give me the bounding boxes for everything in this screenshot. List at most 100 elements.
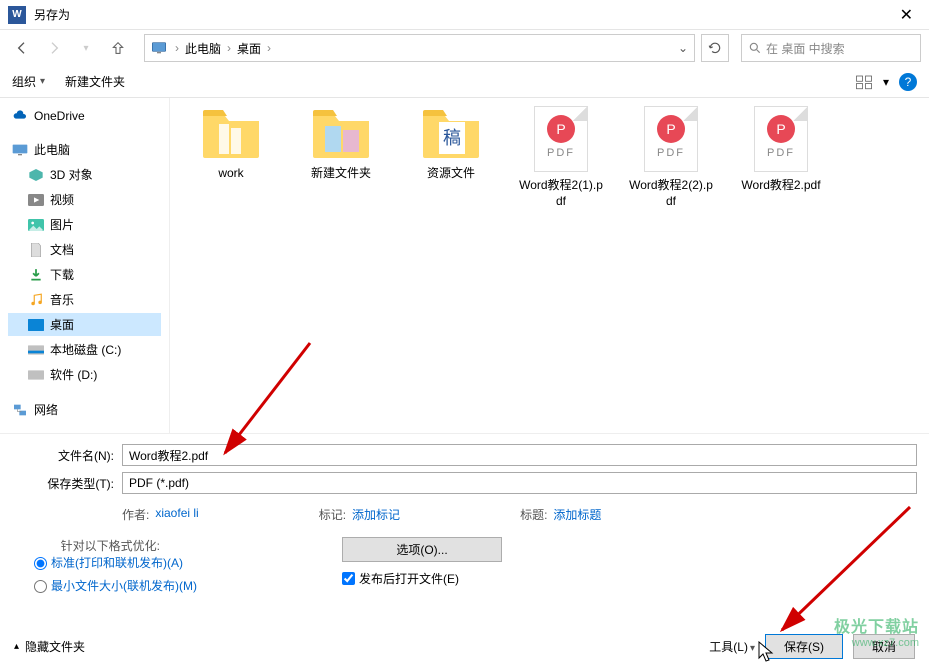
desktop-item[interactable]: 桌面 — [8, 313, 161, 336]
file-name: work — [218, 166, 243, 182]
filename-input[interactable] — [122, 444, 917, 466]
network-item[interactable]: 网络 — [8, 398, 161, 421]
localdisk-d-item[interactable]: 软件 (D:) — [8, 363, 161, 386]
breadcrumb-sep: › — [173, 41, 181, 55]
folder-icon — [311, 106, 371, 160]
options-button[interactable]: 选项(O)... — [342, 537, 502, 562]
organize-menu[interactable]: 组织 ▾ — [12, 73, 45, 90]
back-button[interactable] — [8, 34, 36, 62]
up-icon — [110, 40, 126, 56]
documents-icon — [28, 243, 44, 257]
main-area: OneDrive 此电脑 3D 对象 视频 图片 文档 下载 音乐 — [0, 98, 929, 433]
tree-label: 网络 — [34, 401, 58, 418]
tree-label: 软件 (D:) — [50, 366, 97, 383]
disk-icon — [28, 343, 44, 357]
back-icon — [14, 40, 30, 56]
3d-objects-item[interactable]: 3D 对象 — [8, 163, 161, 186]
address-dropdown[interactable]: ⌄ — [678, 41, 688, 55]
thispc-item[interactable]: 此电脑 — [8, 138, 161, 161]
chevron-down-icon: ▾ — [40, 76, 45, 87]
footer: ▴ 隐藏文件夹 工具(L)▾ 保存(S) 取消 — [0, 634, 929, 659]
toolbar: 组织 ▾ 新建文件夹 ▾ ? — [0, 66, 929, 98]
open-after-checkbox[interactable]: 发布后打开文件(E) — [342, 570, 459, 587]
window-title: 另存为 — [34, 6, 892, 23]
organize-label: 组织 — [12, 73, 36, 90]
videos-item[interactable]: 视频 — [8, 188, 161, 211]
videos-icon — [28, 193, 44, 207]
author-value[interactable]: xiaofei li — [155, 506, 198, 523]
cancel-button[interactable]: 取消 — [853, 634, 915, 659]
pdf-icon: PPDF — [754, 106, 808, 172]
chevron-down-icon: ▾ — [750, 643, 755, 654]
tools-menu[interactable]: 工具(L)▾ — [709, 638, 755, 655]
new-folder-button[interactable]: 新建文件夹 — [65, 73, 125, 90]
view-mode-button[interactable] — [855, 73, 873, 91]
forward-button[interactable] — [40, 34, 68, 62]
folder-icon: 稿 — [421, 106, 481, 160]
file-name: Word教程2.pdf — [741, 178, 820, 194]
pictures-icon — [28, 218, 44, 232]
chevron-up-icon: ▴ — [14, 641, 19, 652]
hide-folders-label: 隐藏文件夹 — [25, 638, 85, 655]
opt-standard-radio[interactable]: 标准(打印和联机发布)(A) — [34, 554, 197, 571]
tree-label: 图片 — [50, 216, 74, 233]
breadcrumb-sep: › — [225, 41, 233, 55]
tree-label: 3D 对象 — [50, 166, 93, 183]
onedrive-item[interactable]: OneDrive — [8, 106, 161, 126]
filename-label: 文件名(N): — [12, 447, 122, 464]
documents-item[interactable]: 文档 — [8, 238, 161, 261]
file-grid[interactable]: work 新建文件夹 稿 资源文件 PPDF Word教程2(1 — [170, 98, 929, 433]
network-icon — [12, 403, 28, 417]
nav-tree: OneDrive 此电脑 3D 对象 视频 图片 文档 下载 音乐 — [0, 98, 170, 433]
tag-value[interactable]: 添加标记 — [352, 506, 400, 523]
breadcrumb-root[interactable]: 此电脑 — [181, 40, 225, 57]
search-box[interactable]: 在 桌面 中搜索 — [741, 34, 921, 62]
save-button[interactable]: 保存(S) — [765, 634, 843, 659]
open-after-label: 发布后打开文件(E) — [359, 570, 459, 587]
opt-min-radio[interactable]: 最小文件大小(联机发布)(M) — [34, 577, 197, 594]
recent-dropdown[interactable]: ▾ — [72, 34, 100, 62]
help-button[interactable]: ? — [899, 73, 917, 91]
folder-item[interactable]: work — [186, 106, 276, 209]
address-bar[interactable]: › 此电脑 › 桌面 › ⌄ — [144, 34, 695, 62]
hide-folders-toggle[interactable]: ▴ 隐藏文件夹 — [14, 638, 85, 655]
tree-label: 音乐 — [50, 291, 74, 308]
refresh-icon — [708, 41, 722, 55]
pdf-icon: PPDF — [534, 106, 588, 172]
pdf-icon: PPDF — [644, 106, 698, 172]
refresh-button[interactable] — [701, 34, 729, 62]
3d-icon — [28, 168, 44, 182]
search-icon — [748, 41, 762, 55]
folder-item[interactable]: 稿 资源文件 — [406, 106, 496, 209]
filetype-select[interactable] — [122, 472, 917, 494]
tree-label: OneDrive — [34, 109, 85, 123]
onedrive-icon — [12, 109, 28, 123]
file-name: 资源文件 — [427, 166, 475, 182]
breadcrumb-folder[interactable]: 桌面 — [233, 40, 265, 57]
close-button[interactable]: ✕ — [892, 5, 921, 25]
folder-item[interactable]: 新建文件夹 — [296, 106, 386, 209]
tree-label: 视频 — [50, 191, 74, 208]
nav-bar: ▾ › 此电脑 › 桌面 › ⌄ 在 桌面 中搜索 — [0, 30, 929, 66]
folder-icon — [201, 106, 261, 160]
localdisk-c-item[interactable]: 本地磁盘 (C:) — [8, 338, 161, 361]
pc-icon — [151, 41, 167, 55]
music-icon — [28, 293, 44, 307]
opt-min-label: 最小文件大小(联机发布)(M) — [51, 579, 197, 593]
pictures-item[interactable]: 图片 — [8, 213, 161, 236]
form-area: 文件名(N): 保存类型(T): 作者:xiaofei li 标记:添加标记 标… — [0, 433, 929, 604]
file-name: 新建文件夹 — [311, 166, 371, 182]
tree-label: 桌面 — [50, 316, 74, 333]
pdf-file-item[interactable]: PPDF Word教程2.pdf — [736, 106, 826, 209]
pdf-file-item[interactable]: PPDF Word教程2(2).pdf — [626, 106, 716, 209]
pdf-file-item[interactable]: PPDF Word教程2(1).pdf — [516, 106, 606, 209]
music-item[interactable]: 音乐 — [8, 288, 161, 311]
author-label: 作者: — [122, 506, 149, 523]
pc-icon — [12, 143, 28, 157]
downloads-item[interactable]: 下载 — [8, 263, 161, 286]
view-dropdown[interactable]: ▾ — [883, 75, 889, 89]
file-name: Word教程2(1).pdf — [516, 178, 606, 209]
up-button[interactable] — [104, 34, 132, 62]
breadcrumb-sep: › — [265, 41, 273, 55]
title-meta-value[interactable]: 添加标题 — [553, 506, 601, 523]
